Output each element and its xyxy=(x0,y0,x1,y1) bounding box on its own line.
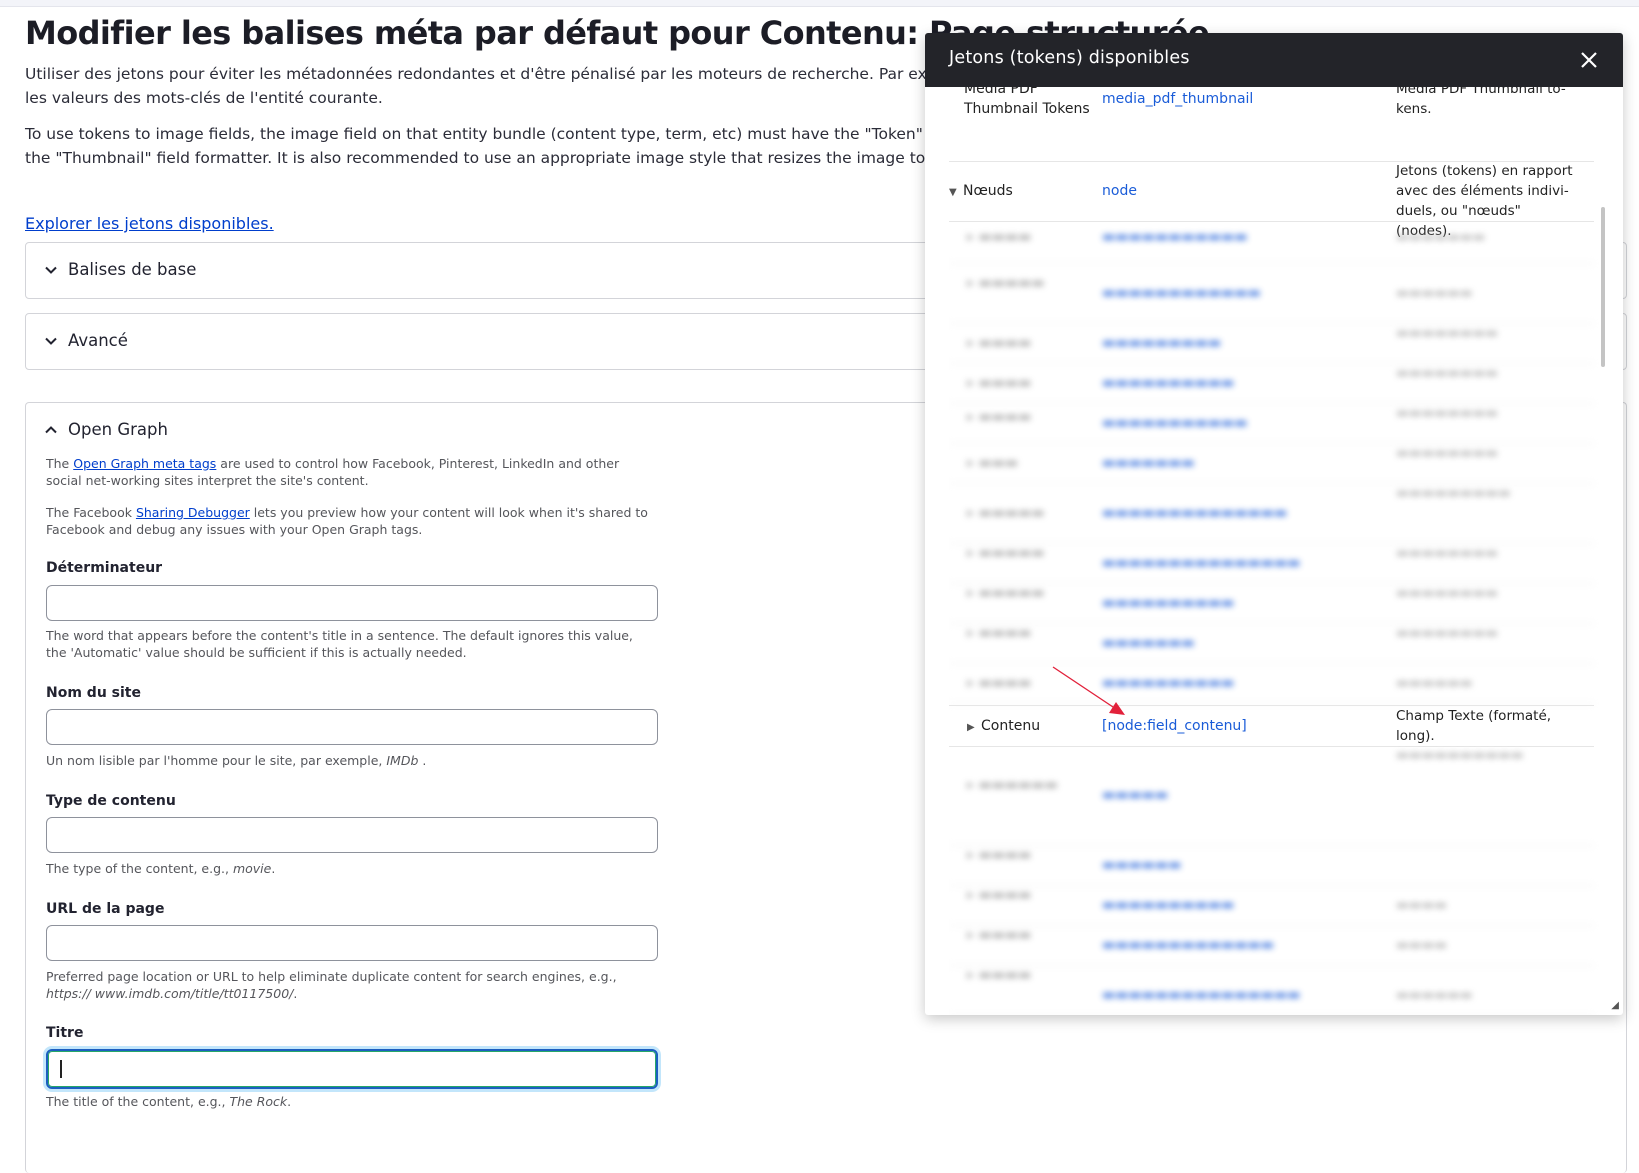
help-text: Preferred page location or URL to help e… xyxy=(46,969,617,984)
title-input[interactable] xyxy=(46,1049,658,1089)
help-example: The Rock xyxy=(229,1094,288,1109)
tokens-modal: Jetons (tokens) disponibles Media PDF Th… xyxy=(925,33,1623,1015)
desc-text: The xyxy=(46,456,74,471)
chevron-down-icon xyxy=(45,337,57,345)
open-graph-meta-tags-link[interactable]: Open Graph meta tags xyxy=(73,456,216,471)
blurred-text: ▬▬▬▬▬▬▬▬▬▬▬▬▬▬▬ xyxy=(1102,987,1301,1003)
chevron-up-icon xyxy=(45,426,57,434)
token-row[interactable]: ▸ ▬▬▬▬ ▬▬▬▬▬▬ xyxy=(949,845,1594,886)
help-text: . xyxy=(418,753,427,768)
tokens-table-container[interactable]: Media PDF Thumbnail Tokens media_pdf_thu… xyxy=(949,87,1609,1015)
accordion-open-graph-label: Open Graph xyxy=(68,420,168,439)
page-url-label: URL de la page xyxy=(46,901,165,917)
blurred-text: ▬▬▬▬▬▬▬▬▬▬ xyxy=(1102,897,1235,913)
text-caret xyxy=(60,1060,62,1078)
blurred-text: ▬▬▬▬▬ xyxy=(1102,787,1169,803)
page-url-help: Preferred page location or URL to help e… xyxy=(46,968,646,1002)
help-text: The title of the content, e.g., xyxy=(46,1094,230,1109)
open-graph-description: The Open Graph meta tags are used to con… xyxy=(46,455,656,489)
modal-header: Jetons (tokens) disponibles xyxy=(925,33,1623,87)
determiner-help: The word that appears before the content… xyxy=(46,628,633,660)
help-text: . xyxy=(293,986,298,1001)
blurred-text: ▸ ▬▬▬▬ xyxy=(967,967,1032,983)
content-type-help: The type of the content, e.g., movie. xyxy=(46,860,646,877)
sharing-debugger-description: The Facebook Sharing Debugger lets you p… xyxy=(46,504,656,538)
determiner-input[interactable] xyxy=(46,585,658,621)
help-example: https:// www.imdb.com/title/tt0117500/ xyxy=(46,986,294,1001)
help-text: The type of the content, e.g., xyxy=(46,861,233,876)
content-type-label: Type de contenu xyxy=(46,793,176,809)
blurred-text: ▸ ▬▬▬▬ xyxy=(967,927,1032,943)
blurred-text: ▬▬▬▬ xyxy=(1396,937,1448,953)
blurred-text: ▬▬▬▬▬▬ xyxy=(1396,987,1473,1003)
red-arrow-annotation xyxy=(1052,666,1125,715)
modal-scrollbar[interactable] xyxy=(1601,207,1605,367)
token-row[interactable]: ▸ ▬▬▬▬▬▬▬▬▬▬▬▬▬▬▬▬▬▬ xyxy=(949,885,1594,926)
blurred-text: ▸ ▬▬▬▬ xyxy=(967,847,1032,863)
modal-title: Jetons (tokens) disponibles xyxy=(949,48,1190,68)
help-text: . xyxy=(287,1094,292,1109)
desc-text: The Facebook xyxy=(46,505,136,520)
top-toolbar xyxy=(0,0,1639,7)
blurred-text: ▬▬▬▬▬▬ xyxy=(1102,857,1182,873)
help-text: . xyxy=(271,861,276,876)
site-name-help: Un nom lisible par l'homme pour le site,… xyxy=(46,752,646,769)
close-icon[interactable] xyxy=(1577,48,1601,72)
help-example: movie xyxy=(232,861,272,876)
token-row[interactable]: ▸ ▬▬▬▬▬▬▬▬▬▬▬▬▬▬▬▬▬▬▬▬▬ xyxy=(949,925,1594,966)
title-help: The title of the content, e.g., The Rock… xyxy=(46,1093,646,1110)
content-type-input[interactable] xyxy=(46,817,658,853)
site-name-input[interactable] xyxy=(46,709,658,745)
accordion-advanced-label: Avancé xyxy=(68,331,128,350)
site-name-label: Nom du site xyxy=(46,685,141,701)
blurred-text: ▬▬▬▬ xyxy=(1396,897,1448,913)
determiner-label: Déterminateur xyxy=(46,560,163,576)
chevron-down-icon xyxy=(45,266,57,274)
blurred-text: ▬▬▬▬▬▬▬▬▬▬▬▬▬ xyxy=(1102,937,1274,953)
page-url-input[interactable] xyxy=(46,925,658,961)
title-label: Titre xyxy=(46,1025,84,1041)
token-row[interactable]: ▸ ▬▬▬▬ ▬▬▬▬▬▬▬▬▬▬▬▬▬▬▬ ▬▬▬▬▬▬ xyxy=(949,965,1594,1015)
help-example: IMDb xyxy=(386,753,419,768)
blurred-text: ▸ ▬▬▬▬ xyxy=(967,887,1032,903)
explore-tokens-link[interactable]: Explorer les jetons disponibles. xyxy=(25,214,274,233)
resize-handle-icon[interactable]: ◢ xyxy=(1611,1000,1619,1011)
help-text: Un nom lisible par l'homme pour le site,… xyxy=(46,753,387,768)
sharing-debugger-link[interactable]: Sharing Debugger xyxy=(136,505,250,520)
accordion-basic-tags-label: Balises de base xyxy=(68,260,197,279)
